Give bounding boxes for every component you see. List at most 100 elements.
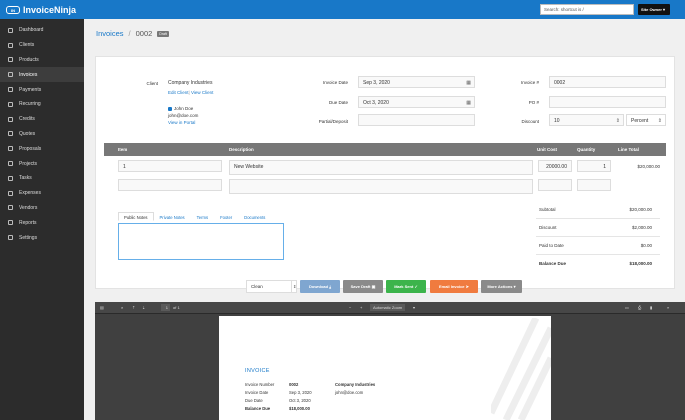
- pdf-invoice-title: INVOICE: [245, 368, 270, 374]
- due-date-input[interactable]: Oct 3, 2020 ▦: [358, 96, 475, 108]
- pdf-invoice-number-label: Invoice Number: [245, 382, 275, 387]
- sidebar-item-payments[interactable]: Payments: [0, 82, 84, 97]
- item-input[interactable]: 1: [118, 160, 222, 172]
- email-invoice-button[interactable]: Email Invoice ➤: [430, 280, 478, 293]
- new-quantity-input[interactable]: [577, 179, 611, 191]
- page-up-icon[interactable]: ⇡: [132, 305, 135, 310]
- spinner-icon[interactable]: ⇕: [616, 118, 620, 124]
- paid-to-date-value: $0.00: [640, 243, 652, 248]
- breadcrumb-invoices-link[interactable]: Invoices: [96, 29, 124, 38]
- view-portal-link[interactable]: View in Portal: [168, 120, 195, 125]
- zoom-out-icon[interactable]: −: [349, 305, 351, 310]
- discount-total-value: $2,000.00: [631, 225, 652, 230]
- sidebar-item-vendors[interactable]: Vendors: [0, 201, 84, 216]
- sidebar-item-clients[interactable]: Clients: [0, 38, 84, 53]
- public-notes-textarea[interactable]: [118, 223, 284, 260]
- description-input[interactable]: New Website: [229, 160, 533, 175]
- invoice-date-input[interactable]: Sep 3, 2020 ▦: [358, 76, 475, 88]
- sidebar-item-tasks[interactable]: Tasks: [0, 171, 84, 186]
- breadcrumb-separator: /: [128, 29, 131, 38]
- pdf-client-name: Company Industries: [335, 382, 376, 387]
- sidebar-item-label: Credits: [19, 116, 35, 123]
- po-number-input[interactable]: [549, 96, 666, 108]
- page-down-icon[interactable]: ⇣: [142, 305, 145, 310]
- sidebar-item-reports[interactable]: Reports: [0, 215, 84, 230]
- zoom-in-icon[interactable]: +: [360, 305, 362, 310]
- credit-icon: [8, 116, 13, 122]
- caret-down-icon[interactable]: ▾: [413, 305, 415, 310]
- tab-terms[interactable]: Terms: [191, 212, 214, 221]
- sidebar-item-label: Dashboard: [19, 27, 44, 34]
- contact-checkbox[interactable]: [168, 106, 172, 111]
- user-menu-button[interactable]: Site Owner ▾: [638, 4, 670, 15]
- quantity-input[interactable]: 1: [577, 160, 611, 172]
- calendar-icon[interactable]: ▦: [466, 100, 471, 106]
- bookmark-icon[interactable]: ▮: [650, 305, 652, 310]
- col-description: Description: [229, 147, 254, 152]
- unit-cost-input[interactable]: 20000.00: [538, 160, 572, 172]
- save-draft-button[interactable]: Save Draft ▣: [343, 280, 383, 293]
- print-icon[interactable]: ⎙: [638, 305, 641, 310]
- discount-label: Discount: [521, 119, 539, 124]
- edit-client-link[interactable]: Edit Client: [168, 90, 189, 95]
- check-circle-icon: ✓: [414, 284, 418, 289]
- sidebar-toggle-icon[interactable]: ▤: [100, 305, 104, 310]
- caret-down-icon: ▾: [663, 7, 666, 12]
- tab-public-notes[interactable]: Public Notes: [118, 212, 154, 221]
- invoice-form-card: Client Company Industries Edit Client| V…: [95, 56, 675, 289]
- design-select[interactable]: Clean: [246, 280, 292, 293]
- partial-deposit-input[interactable]: [358, 114, 475, 126]
- discount-input[interactable]: 10 ⇕: [549, 114, 624, 126]
- sidebar-item-expenses[interactable]: Expenses: [0, 186, 84, 201]
- sidebar-item-proposals[interactable]: Proposals: [0, 141, 84, 156]
- subtotal-label: Subtotal: [539, 207, 556, 212]
- top-navbar: IN InvoiceNinja Search: shortcut is / Si…: [0, 0, 685, 19]
- tools-icon[interactable]: »: [667, 305, 669, 310]
- view-client-link[interactable]: View Client: [191, 90, 213, 95]
- tachometer-icon: [8, 27, 13, 33]
- invoice-number-label: Invoice #: [520, 80, 539, 85]
- save-draft-label: Save Draft: [350, 284, 371, 289]
- sidebar-item-quotes[interactable]: Quotes: [0, 127, 84, 142]
- sidebar-item-invoices[interactable]: Invoices: [0, 67, 84, 83]
- discount-type-select[interactable]: Percent ⇕: [626, 114, 666, 126]
- presentation-icon[interactable]: ▭: [625, 305, 629, 310]
- tab-documents[interactable]: Documents: [238, 212, 271, 221]
- calendar-icon[interactable]: ▦: [466, 80, 471, 86]
- app-logo[interactable]: IN InvoiceNinja: [6, 5, 76, 15]
- download-button[interactable]: Download ⤓: [300, 280, 340, 293]
- sidebar-item-products[interactable]: Products: [0, 53, 84, 68]
- briefcase-icon: [8, 161, 13, 167]
- col-line-total: Line Total: [618, 147, 639, 152]
- sidebar-item-dashboard[interactable]: Dashboard: [0, 23, 84, 38]
- new-unit-cost-input[interactable]: [538, 179, 572, 191]
- sidebar-item-settings[interactable]: Settings: [0, 230, 84, 245]
- tab-private-notes[interactable]: Private Notes: [154, 212, 191, 221]
- search-input[interactable]: Search: shortcut is /: [540, 4, 634, 15]
- sidebar-item-label: Invoices: [19, 71, 38, 78]
- select-arrow-icon[interactable]: ⇕: [291, 280, 297, 293]
- sidebar-item-projects[interactable]: Projects: [0, 156, 84, 171]
- search-icon[interactable]: ⌕: [121, 305, 123, 310]
- sidebar-item-credits[interactable]: Credits: [0, 112, 84, 127]
- invoice-number-input[interactable]: 0002: [549, 76, 666, 88]
- client-name[interactable]: Company Industries: [168, 80, 212, 86]
- new-item-input[interactable]: [118, 179, 222, 191]
- page-number-input[interactable]: 1: [161, 304, 170, 311]
- mark-sent-button[interactable]: Mark Sent ✓: [386, 280, 426, 293]
- due-date-value: Oct 3, 2020: [363, 100, 389, 106]
- zoom-select[interactable]: Automatic Zoom: [370, 304, 406, 311]
- more-actions-button[interactable]: More Actions ▾: [481, 280, 522, 293]
- paid-to-date-label: Paid to Date: [539, 243, 564, 248]
- col-unit-cost: Unit Cost: [537, 147, 557, 152]
- discount-type-value: Percent: [631, 118, 649, 124]
- contact-email: john@doe.com: [168, 113, 199, 118]
- tab-footer[interactable]: Footer: [214, 212, 238, 221]
- sidebar-item-recurring[interactable]: Recurring: [0, 97, 84, 112]
- caret-down-icon: ▾: [513, 284, 516, 289]
- gear-icon: [8, 235, 13, 241]
- users-icon: [8, 42, 13, 48]
- new-description-input[interactable]: [229, 179, 533, 194]
- divider: [536, 254, 660, 255]
- sidebar-item-label: Quotes: [19, 130, 36, 137]
